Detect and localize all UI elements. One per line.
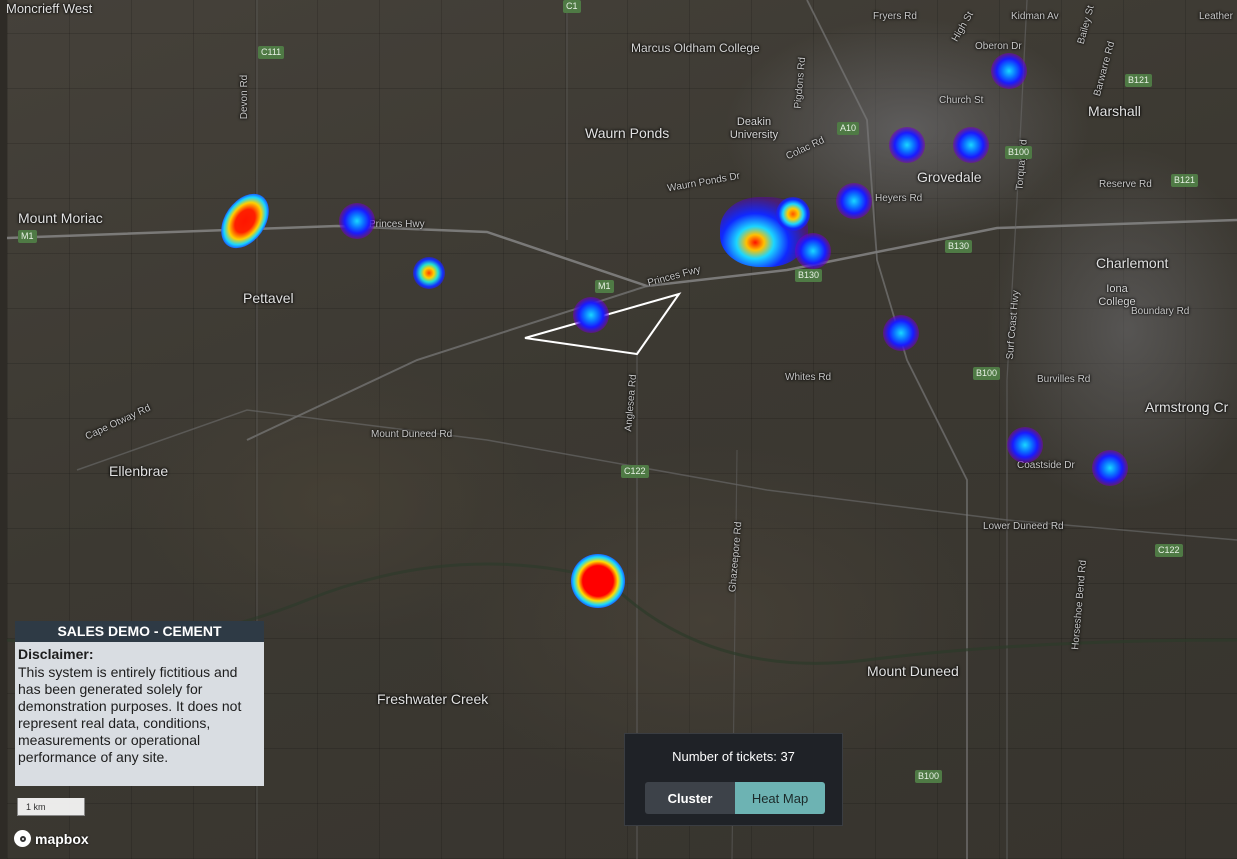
place-label: Ellenbrae <box>109 463 169 479</box>
cluster-button[interactable]: Cluster <box>645 782 735 814</box>
mapbox-attribution[interactable]: mapbox <box>14 830 89 847</box>
place-label: Freshwater Creek <box>377 691 489 707</box>
heatmap-button[interactable]: Heat Map <box>735 782 825 814</box>
mapbox-logo-text: mapbox <box>35 830 89 847</box>
heat-hotspot[interactable] <box>776 197 810 231</box>
road-label: Fryers Rd <box>873 11 917 22</box>
road-label: Devon Rd <box>239 74 251 120</box>
heat-hotspot[interactable] <box>889 127 925 163</box>
place-label: Pettavel <box>243 290 294 306</box>
heat-hotspot[interactable] <box>339 203 375 239</box>
route-shield: B130 <box>795 269 823 282</box>
route-shield: B100 <box>915 770 943 783</box>
road-label: Leather <box>1199 11 1233 22</box>
heat-hotspot[interactable] <box>1007 427 1043 463</box>
mapbox-logo-icon <box>14 830 31 847</box>
heat-hotspot[interactable] <box>413 257 445 289</box>
route-shield: C122 <box>1155 544 1183 557</box>
route-shield: B100 <box>1005 146 1033 159</box>
road-label: Mount Duneed Rd <box>371 429 453 440</box>
place-label: Deakin University <box>729 116 779 141</box>
road-label: Oberon Dr <box>975 41 1022 52</box>
route-shield: C122 <box>621 465 649 478</box>
place-label: Marcus Oldham College <box>631 41 760 55</box>
route-shield: A10 <box>837 122 860 135</box>
heat-hotspot[interactable] <box>953 127 989 163</box>
route-shield: B100 <box>973 367 1001 380</box>
scale-bar: 1 km <box>17 798 85 816</box>
road-label: Burvilles Rd <box>1037 374 1091 385</box>
route-shield: M1 <box>595 280 614 293</box>
road-label: Lower Duneed Rd <box>983 521 1064 532</box>
place-label: Grovedale <box>917 169 982 185</box>
route-shield: C111 <box>258 46 285 59</box>
place-label: Waurn Ponds <box>585 125 670 141</box>
place-label: Marshall <box>1088 103 1141 119</box>
heat-hotspot[interactable] <box>1092 450 1128 486</box>
route-shield: B121 <box>1125 74 1153 87</box>
route-shield: B121 <box>1171 174 1199 187</box>
road-label: Boundary Rd <box>1131 306 1190 317</box>
road-label: Church St <box>939 95 984 106</box>
place-label: Moncrieff West <box>7 1 93 16</box>
ticket-panel: Number of tickets: 37 Cluster Heat Map <box>624 733 843 826</box>
road-label: Kidman Av <box>1011 11 1059 22</box>
place-label: Armstrong Cr <box>1145 399 1229 415</box>
road-label: Whites Rd <box>785 372 832 383</box>
heat-hotspot[interactable] <box>883 315 919 351</box>
heat-hotspot[interactable] <box>795 233 831 269</box>
place-label: Mount Duneed <box>867 663 959 679</box>
disclaimer-title: SALES DEMO - CEMENT <box>15 621 264 642</box>
disclaimer-panel: SALES DEMO - CEMENT Disclaimer: This sys… <box>15 621 264 786</box>
heat-hotspot[interactable] <box>836 183 872 219</box>
place-label: Charlemont <box>1096 255 1169 271</box>
route-shield: B130 <box>945 240 973 253</box>
disclaimer-heading: Disclaimer: <box>18 646 94 662</box>
road-label: Reserve Rd <box>1099 179 1152 190</box>
route-shield: M1 <box>18 230 37 243</box>
route-shield: C1 <box>563 0 581 13</box>
road-label: Heyers Rd <box>875 193 923 204</box>
disclaimer-text: This system is entirely fictitious and h… <box>18 664 242 765</box>
ticket-count: Number of tickets: 37 <box>672 749 795 764</box>
view-toggle: Cluster Heat Map <box>645 782 825 814</box>
road-label: Princes Hwy <box>369 219 425 230</box>
heat-hotspot[interactable] <box>573 297 609 333</box>
heat-hotspot[interactable] <box>991 53 1027 89</box>
heat-hotspot[interactable] <box>571 554 625 608</box>
place-label: Mount Moriac <box>18 210 103 226</box>
